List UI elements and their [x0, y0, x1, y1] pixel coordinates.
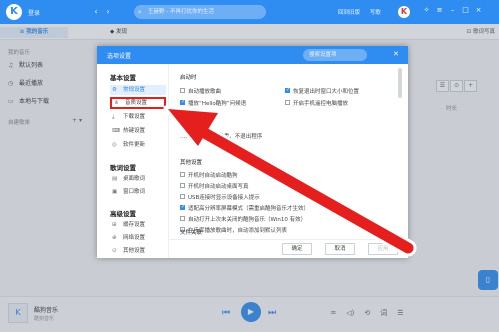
nav-item-label: 桌面歌词: [123, 176, 146, 182]
close-icon[interactable]: ×: [472, 6, 485, 14]
kugou-k-icon[interactable]: K: [398, 6, 410, 18]
nav-item-label: 常规设置: [123, 87, 146, 93]
checkbox-label: 开机时自动启动酷狗: [188, 173, 238, 179]
checkbox-label: 自动打开上次未关闭的酷狗音乐（Win10 有效）: [188, 217, 307, 223]
checkbox-autostart-desk-photo[interactable]: 开机时自动启动桌面写真: [180, 182, 249, 190]
nav-item-other[interactable]: ⊙ 其他设置: [110, 246, 166, 256]
cancel-button[interactable]: 取消: [325, 243, 355, 255]
minimize-icon[interactable]: –: [446, 6, 459, 14]
forward-arrow-icon[interactable]: ›: [102, 6, 114, 18]
back-arrow-icon[interactable]: ‹: [90, 6, 102, 18]
checkbox-hello-greeting[interactable]: ✓ 播放“Hello酷狗”问候语: [180, 99, 246, 107]
main-search-input[interactable]: ⌕ 王赫野 - 不再打扰你的生活: [134, 5, 266, 19]
checkbox-autostart[interactable]: 开机时自动启动酷狗: [180, 171, 238, 179]
menu-icon[interactable]: ≡: [433, 6, 446, 14]
gear-icon: ⚙: [112, 87, 117, 93]
kugou-logo: K: [6, 4, 22, 20]
settings-scrollbar[interactable]: [398, 68, 402, 98]
section-title-other: 其他设置: [180, 160, 203, 166]
settings-content: 启动时 自动播放歌曲 ✓ 恢复退出时窗口大小和位置 ✓ 播放“Hello酷狗”问候语…: [173, 64, 398, 239]
maximize-icon[interactable]: □: [459, 6, 472, 14]
nav-item-label: 网络设置: [123, 235, 146, 241]
checkbox-autoplay[interactable]: 自动播放歌曲: [180, 87, 221, 95]
nav-item-label: 其他设置: [123, 248, 146, 254]
search-icon: ⌕: [138, 8, 142, 16]
checkbox-box[interactable]: [180, 194, 185, 199]
nav-header-advanced: 高级设置: [110, 210, 136, 218]
checkbox-box[interactable]: [285, 100, 290, 105]
login-link[interactable]: 登录: [28, 8, 40, 17]
settings-dialog: 选项设置 搜索设置项 ✕ 基本设置 ⚙ 常规设置 ⋔ 音质设置 ⤓ 下载设置 ⌨ 热键设…: [97, 46, 408, 258]
dialog-title: 选项设置: [107, 53, 132, 60]
checkbox-box[interactable]: ✓: [180, 100, 185, 105]
dialog-footer: 文件关联 确定 取消 应用: [169, 230, 408, 258]
nav-item-label: 下载设置: [123, 114, 146, 120]
checkbox-label: 在乐库播放歌曲时，自动添加到默认列表: [188, 228, 288, 234]
nav-item-label: 缓存设置: [123, 222, 146, 228]
other-icon: ⊙: [112, 248, 117, 254]
nav-item-label: 窗口歌词: [123, 189, 146, 195]
cache-icon: ⊞: [112, 222, 117, 228]
checkbox-label: 自动播放歌曲: [188, 89, 222, 95]
old-version-link[interactable]: 回到旧版: [338, 10, 360, 16]
checkbox-label: USB连接时显示设备接入提示: [188, 195, 260, 201]
nav-item-desktop-lyrics[interactable]: ▤ 桌面歌词: [110, 174, 166, 184]
desktop-lyrics-icon: ▤: [112, 176, 118, 182]
close-behavior-option[interactable]: ...最小化到系统托盘，不退出程序: [180, 132, 262, 140]
nav-item-label: 软件更新: [123, 142, 146, 148]
checkbox-label: 开启手机遥控电脑播放: [293, 101, 349, 107]
apply-button[interactable]: 应用: [368, 243, 398, 255]
settings-search-input[interactable]: 搜索设置项: [303, 49, 367, 61]
nav-item-network[interactable]: ⊕ 网络设置: [110, 233, 166, 243]
checkbox-phone-remote[interactable]: 开启手机遥控电脑播放: [285, 99, 348, 107]
window-lyrics-icon: ▣: [112, 189, 118, 195]
skin-icon[interactable]: ✧: [420, 6, 433, 14]
checkbox-box[interactable]: [180, 172, 185, 177]
nav-header-basic: 基本设置: [110, 74, 136, 82]
checkbox-label: 开机时自动启动桌面写真: [188, 184, 249, 190]
checkbox-box[interactable]: [180, 216, 185, 221]
section-title-close-panel: 关闭主面板时: [180, 121, 214, 127]
section-title-file-association: 文件关联: [180, 230, 203, 236]
checkbox-label: 适配高分辨率屏幕模式（需重启酷狗音乐才生效）: [188, 206, 310, 212]
nav-item-window-lyrics[interactable]: ▣ 窗口歌词: [110, 187, 166, 197]
checkbox-high-dpi[interactable]: ✓ 适配高分辨率屏幕模式（需重启酷狗音乐才生效）: [180, 204, 309, 212]
nav-item-cache[interactable]: ⊞ 缓存设置: [110, 220, 166, 230]
nav-item-label: 热键设置: [123, 128, 146, 134]
nav-item-label: 音质设置: [125, 100, 148, 106]
history-nav: ‹ ›: [90, 6, 114, 18]
nav-item-audio-quality[interactable]: ⋔ 音质设置: [110, 97, 166, 109]
section-title-startup: 启动时: [180, 75, 197, 81]
nav-item-update[interactable]: ◎ 软件更新: [110, 140, 166, 150]
update-icon: ◎: [112, 142, 117, 148]
checkbox-label: 恢复退出时窗口大小和位置: [293, 89, 360, 95]
checkbox-restore-window[interactable]: ✓ 恢复退出时窗口大小和位置: [285, 87, 359, 95]
checkbox-box[interactable]: [180, 183, 185, 188]
write-song-link[interactable]: 写歌: [370, 10, 381, 16]
title-bar: K 登录 ‹ › ⌕ 王赫野 - 不再打扰你的生活 回到旧版 写歌 K ✧ ≡ – □ ×: [0, 0, 499, 24]
network-icon: ⊕: [112, 235, 117, 241]
settings-nav: 基本设置 ⚙ 常规设置 ⋔ 音质设置 ⤓ 下载设置 ⌨ 热键设置 ◎ 软件更新 歌词设置 …: [97, 64, 169, 258]
nav-header-lyrics: 歌词设置: [110, 164, 136, 172]
checkbox-box[interactable]: ✓: [285, 88, 290, 93]
nav-item-general[interactable]: ⚙ 常规设置: [110, 85, 166, 95]
keyboard-icon: ⌨: [112, 128, 120, 134]
checkbox-box[interactable]: ✓: [180, 205, 185, 210]
checkbox-usb-prompt[interactable]: USB连接时显示设备接入提示: [180, 193, 260, 201]
main-search-placeholder: 王赫野 - 不再打扰你的生活: [148, 9, 214, 15]
dialog-close-icon[interactable]: ✕: [393, 50, 399, 58]
ok-button[interactable]: 确定: [282, 243, 312, 255]
checkbox-reopen-last[interactable]: 自动打开上次未关闭的酷狗音乐（Win10 有效）: [180, 215, 306, 223]
top-links: 回到旧版 写歌: [338, 8, 389, 16]
nav-item-download[interactable]: ⤓ 下载设置: [110, 112, 166, 122]
checkbox-box[interactable]: [180, 88, 185, 93]
dialog-header: 选项设置 搜索设置项 ✕: [97, 46, 408, 64]
window-controls: ✧ ≡ – □ ×: [420, 6, 485, 14]
download-icon: ⤓: [112, 114, 115, 120]
waveform-icon: ⋔: [114, 100, 119, 106]
nav-item-hotkey[interactable]: ⌨ 热键设置: [110, 126, 166, 136]
checkbox-label: 播放“Hello酷狗”问候语: [188, 101, 247, 107]
